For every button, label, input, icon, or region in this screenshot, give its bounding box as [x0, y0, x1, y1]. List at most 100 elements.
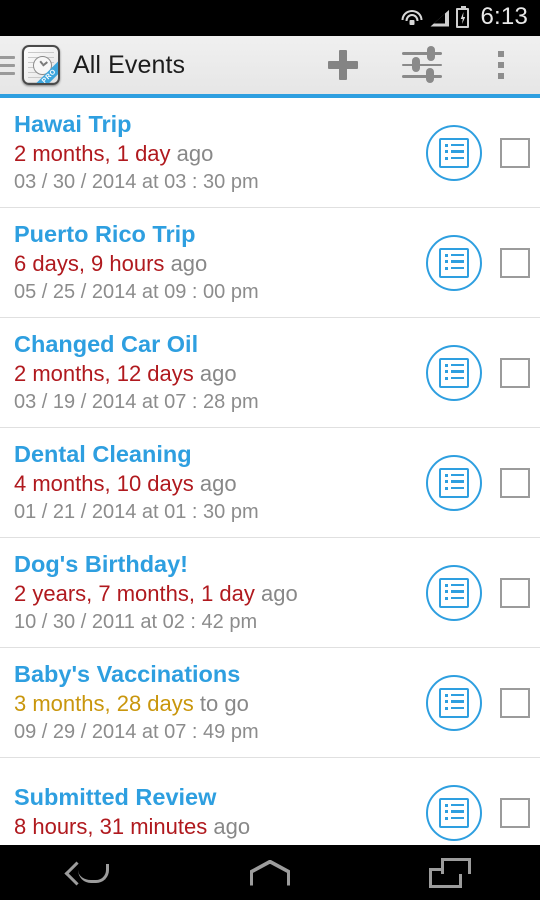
event-text: Baby's Vaccinations 3 months, 28 days to …: [14, 660, 426, 744]
app-root: 6:13 PRO All Events Hawai Trip 2 months,…: [0, 0, 540, 900]
event-text: Submitted Review 8 hours, 31 minutes ago: [14, 783, 426, 841]
event-text: Hawai Trip 2 months, 1 day ago 03 / 30 / 2…: [14, 110, 426, 194]
event-duration-value: 2 years, 7 months, 1 day: [14, 580, 255, 606]
app-icon[interactable]: PRO: [22, 45, 60, 85]
event-actions: [426, 124, 530, 181]
action-bar: PRO All Events: [0, 36, 540, 94]
notes-list-icon: [439, 797, 469, 828]
event-checkbox[interactable]: [500, 687, 530, 718]
event-notes-button[interactable]: [426, 124, 482, 181]
event-notes-button[interactable]: [426, 454, 482, 511]
event-actions: [426, 564, 530, 621]
event-checkbox[interactable]: [500, 467, 530, 498]
event-row[interactable]: Dental Cleaning 4 months, 10 days ago 01 /…: [0, 428, 540, 538]
event-text: Dog's Birthday! 2 years, 7 months, 1 day …: [14, 550, 426, 634]
nav-home-button[interactable]: [180, 845, 360, 900]
event-duration-suffix: ago: [261, 580, 298, 606]
system-nav-bar: [0, 845, 540, 900]
event-notes-button[interactable]: [426, 234, 482, 291]
event-date: 03 / 30 / 2014 at 03 : 30 pm: [14, 170, 259, 193]
event-duration-suffix: ago: [199, 360, 237, 386]
plus-icon: [327, 50, 358, 80]
back-arrow-icon: [68, 860, 112, 886]
event-duration: 6 days, 9 hours ago: [14, 249, 426, 279]
wifi-icon: [400, 9, 423, 27]
event-duration: 2 months, 1 day ago: [14, 139, 426, 169]
event-duration: 4 months, 10 days ago: [14, 469, 426, 499]
event-title: Puerto Rico Trip: [14, 221, 196, 248]
event-checkbox[interactable]: [500, 797, 530, 828]
action-bar-actions: [303, 36, 540, 94]
event-text: Dental Cleaning 4 months, 10 days ago 01 /…: [14, 440, 426, 524]
event-checkbox[interactable]: [500, 247, 530, 278]
event-duration-value: 8 hours, 31 minutes: [14, 813, 208, 839]
event-duration-suffix: ago: [170, 250, 208, 276]
event-row[interactable]: Changed Car Oil 2 months, 12 days ago 03 /…: [0, 318, 540, 428]
add-event-button[interactable]: [303, 36, 382, 94]
event-row[interactable]: Submitted Review 8 hours, 31 minutes ago: [0, 758, 540, 845]
event-actions: [426, 784, 530, 841]
event-checkbox[interactable]: [500, 357, 530, 388]
notes-list-icon: [439, 687, 469, 718]
event-row[interactable]: Puerto Rico Trip 6 days, 9 hours ago 05 / …: [0, 208, 540, 318]
notes-list-icon: [439, 247, 469, 278]
event-duration: 2 years, 7 months, 1 day ago: [14, 579, 426, 609]
event-title: Hawai Trip: [14, 111, 132, 138]
event-duration-suffix: to go: [199, 690, 249, 716]
overflow-menu-button[interactable]: [461, 36, 540, 94]
event-duration-value: 2 months, 1 day: [14, 140, 171, 166]
event-date: 03 / 19 / 2014 at 07 : 28 pm: [14, 390, 259, 413]
home-icon: [250, 859, 290, 886]
event-title: Submitted Review: [14, 784, 217, 811]
event-actions: [426, 344, 530, 401]
signal-icon: [430, 9, 450, 27]
event-duration-suffix: ago: [213, 813, 251, 839]
event-date: 01 / 21 / 2014 at 01 : 30 pm: [14, 500, 259, 523]
event-row[interactable]: Dog's Birthday! 2 years, 7 months, 1 day …: [0, 538, 540, 648]
event-checkbox[interactable]: [500, 577, 530, 608]
event-notes-button[interactable]: [426, 784, 482, 841]
event-row[interactable]: Baby's Vaccinations 3 months, 28 days to …: [0, 648, 540, 758]
event-date: 05 / 25 / 2014 at 09 : 00 pm: [14, 280, 259, 303]
event-duration-suffix: ago: [199, 470, 237, 496]
event-notes-button[interactable]: [426, 564, 482, 621]
event-actions: [426, 454, 530, 511]
nav-recents-button[interactable]: [360, 845, 540, 900]
event-date: 10 / 30 / 2011 at 02 : 42 pm: [14, 610, 258, 633]
event-actions: [426, 234, 530, 291]
status-bar: 6:13: [0, 0, 540, 36]
event-title: Changed Car Oil: [14, 331, 199, 358]
recents-icon: [429, 857, 471, 888]
event-text: Changed Car Oil 2 months, 12 days ago 03 /…: [14, 330, 426, 414]
event-date: 09 / 29 / 2014 at 07 : 49 pm: [14, 720, 259, 743]
event-duration-value: 2 months, 12 days: [14, 360, 194, 386]
event-row[interactable]: Hawai Trip 2 months, 1 day ago 03 / 30 / 2…: [0, 98, 540, 208]
event-text: Puerto Rico Trip 6 days, 9 hours ago 05 / …: [14, 220, 426, 304]
drawer-indicator-icon[interactable]: [0, 55, 18, 75]
event-duration-suffix: ago: [176, 140, 214, 166]
event-actions: [426, 674, 530, 731]
event-title: Dog's Birthday!: [14, 551, 189, 578]
event-checkbox[interactable]: [500, 137, 530, 168]
event-duration: 2 months, 12 days ago: [14, 359, 426, 389]
notes-list-icon: [439, 137, 469, 168]
status-bar-clock: 6:13: [480, 3, 528, 30]
notes-list-icon: [439, 357, 469, 388]
event-duration-value: 6 days, 9 hours: [14, 250, 165, 276]
event-list[interactable]: Hawai Trip 2 months, 1 day ago 03 / 30 / 2…: [0, 98, 540, 845]
notes-list-icon: [439, 467, 469, 498]
event-duration-value: 4 months, 10 days: [14, 470, 194, 496]
page-title: All Events: [73, 50, 186, 79]
filter-button[interactable]: [382, 36, 461, 94]
more-vertical-icon: [497, 51, 504, 79]
event-notes-button[interactable]: [426, 344, 482, 401]
event-duration: 8 hours, 31 minutes ago: [14, 812, 426, 842]
event-duration-value: 3 months, 28 days: [14, 690, 194, 716]
event-title: Dental Cleaning: [14, 441, 192, 468]
event-notes-button[interactable]: [426, 674, 482, 731]
nav-back-button[interactable]: [0, 845, 180, 900]
battery-charging-icon: [456, 6, 470, 28]
event-duration: 3 months, 28 days to go: [14, 689, 426, 719]
sliders-icon: [401, 46, 442, 83]
notes-list-icon: [439, 577, 469, 608]
